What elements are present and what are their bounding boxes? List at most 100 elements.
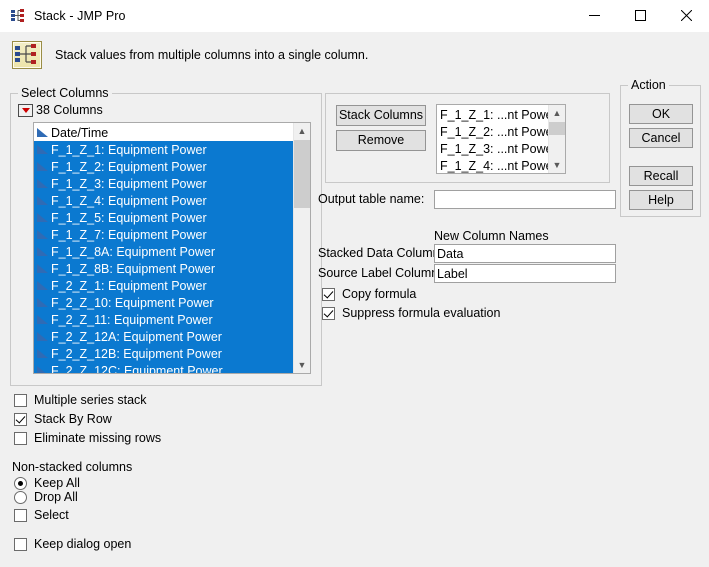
stack-by-row-label: Stack By Row bbox=[34, 412, 112, 426]
ok-button[interactable]: OK bbox=[629, 104, 693, 124]
remove-button[interactable]: Remove bbox=[336, 130, 426, 151]
action-group: Action OK Cancel Recall Help bbox=[620, 78, 701, 217]
columns-dropdown-icon[interactable] bbox=[18, 103, 33, 117]
list-item-label: F_1_Z_3: ...nt Power bbox=[440, 141, 548, 156]
list-item[interactable]: F_2_Z_1: Equipment Power bbox=[34, 277, 293, 294]
list-item[interactable]: F_1_Z_8A: Equipment Power bbox=[34, 243, 293, 260]
list-item[interactable]: F_1_Z_2: Equipment Power bbox=[34, 158, 293, 175]
list-item[interactable]: F_1_Z_1: ...nt Power bbox=[437, 106, 548, 123]
drop-all-label: Drop All bbox=[34, 490, 78, 504]
copy-formula-checkbox-row[interactable]: Copy formula bbox=[322, 287, 416, 301]
list-item[interactable]: F_2_Z_12C: Equipment Power bbox=[34, 362, 293, 373]
scrollbar-thumb[interactable] bbox=[549, 122, 565, 135]
list-item-label: F_2_Z_12B: Equipment Power bbox=[51, 346, 222, 361]
list-item[interactable]: F_1_Z_3: ...nt Power bbox=[437, 140, 548, 157]
list-item[interactable]: F_1_Z_4: Equipment Power bbox=[34, 192, 293, 209]
dialog-header: Stack values from multiple columns into … bbox=[0, 32, 709, 77]
stacked-columns-listbox[interactable]: F_1_Z_1: ...nt Power F_1_Z_2: ...nt Power… bbox=[436, 104, 566, 174]
list-item[interactable]: F_1_Z_4: ...nt Power bbox=[437, 157, 548, 173]
close-button[interactable] bbox=[663, 0, 709, 31]
select-checkbox[interactable] bbox=[14, 508, 27, 522]
list-item-label: F_1_Z_3: Equipment Power bbox=[51, 176, 207, 191]
column-type-icon bbox=[36, 178, 49, 189]
list-item-label: F_2_Z_12A: Equipment Power bbox=[51, 329, 222, 344]
list-item[interactable]: F_1_Z_5: Equipment Power bbox=[34, 209, 293, 226]
scroll-up-icon[interactable]: ▲ bbox=[549, 105, 565, 121]
suppress-formula-label: Suppress formula evaluation bbox=[342, 306, 501, 320]
cancel-button[interactable]: Cancel bbox=[629, 128, 693, 148]
keep-dialog-open-label: Keep dialog open bbox=[34, 537, 132, 551]
window-title: Stack - JMP Pro bbox=[34, 8, 126, 23]
list-item[interactable]: Date/Time bbox=[34, 124, 293, 141]
keep-dialog-open-row[interactable]: Keep dialog open bbox=[14, 537, 131, 551]
list-item[interactable]: F_2_Z_10: Equipment Power bbox=[34, 294, 293, 311]
select-label: Select bbox=[34, 508, 69, 522]
suppress-formula-checkbox[interactable] bbox=[322, 306, 335, 320]
scroll-down-icon[interactable]: ▼ bbox=[294, 357, 310, 373]
keep-all-radio-row[interactable]: Keep All bbox=[14, 476, 80, 490]
drop-all-radio-row[interactable]: Drop All bbox=[14, 490, 78, 504]
output-table-name-input[interactable] bbox=[434, 190, 616, 209]
list-item[interactable]: F_1_Z_8B: Equipment Power bbox=[34, 260, 293, 277]
scrollbar-thumb[interactable] bbox=[294, 140, 310, 208]
non-stacked-columns-heading: Non-stacked columns bbox=[12, 460, 133, 474]
list-item[interactable]: F_1_Z_3: Equipment Power bbox=[34, 175, 293, 192]
column-type-icon bbox=[36, 212, 49, 223]
list-item-label: F_1_Z_4: Equipment Power bbox=[51, 193, 207, 208]
select-columns-scrollbar[interactable]: ▲ ▼ bbox=[293, 123, 310, 373]
drop-all-radio[interactable] bbox=[14, 490, 27, 504]
eliminate-missing-rows-label: Eliminate missing rows bbox=[34, 431, 162, 445]
list-item[interactable]: F_2_Z_12A: Equipment Power bbox=[34, 328, 293, 345]
stack-columns-button[interactable]: Stack Columns bbox=[336, 105, 426, 126]
column-type-icon bbox=[36, 365, 49, 373]
list-item-label: F_2_Z_12C: Equipment Power bbox=[51, 363, 223, 374]
column-type-icon bbox=[36, 246, 49, 257]
multiple-series-stack-checkbox[interactable] bbox=[14, 393, 27, 407]
suppress-formula-checkbox-row[interactable]: Suppress formula evaluation bbox=[322, 306, 500, 320]
stack-by-row-row[interactable]: Stack By Row bbox=[14, 412, 112, 426]
list-item[interactable]: F_1_Z_2: ...nt Power bbox=[437, 123, 548, 140]
scroll-down-icon[interactable]: ▼ bbox=[549, 157, 565, 173]
list-item[interactable]: F_1_Z_1: Equipment Power bbox=[34, 141, 293, 158]
list-item-label: F_1_Z_2: ...nt Power bbox=[440, 124, 548, 139]
new-column-names-heading: New Column Names bbox=[434, 229, 549, 243]
keep-all-label: Keep All bbox=[34, 476, 80, 490]
multiple-series-stack-row[interactable]: Multiple series stack bbox=[14, 393, 147, 407]
list-item[interactable]: F_2_Z_12B: Equipment Power bbox=[34, 345, 293, 362]
dialog-description: Stack values from multiple columns into … bbox=[55, 47, 369, 62]
stacked-columns-list[interactable]: F_1_Z_1: ...nt Power F_1_Z_2: ...nt Power… bbox=[437, 105, 548, 173]
eliminate-missing-rows-row[interactable]: Eliminate missing rows bbox=[14, 431, 161, 445]
stacked-columns-scrollbar[interactable]: ▲ ▼ bbox=[548, 105, 565, 173]
source-label-column-input[interactable] bbox=[434, 264, 616, 283]
copy-formula-label: Copy formula bbox=[342, 287, 417, 301]
copy-formula-checkbox[interactable] bbox=[322, 287, 335, 301]
keep-dialog-open-checkbox[interactable] bbox=[14, 537, 27, 551]
column-type-icon bbox=[36, 263, 49, 274]
select-columns-list[interactable]: Date/Time F_1_Z_1: Equipment Power F_1_Z_2… bbox=[34, 123, 293, 373]
column-type-icon bbox=[36, 127, 49, 138]
columns-count-label: 38 Columns bbox=[36, 103, 103, 117]
list-item-label: Date/Time bbox=[51, 125, 109, 140]
list-item[interactable]: F_2_Z_11: Equipment Power bbox=[34, 311, 293, 328]
eliminate-missing-rows-checkbox[interactable] bbox=[14, 431, 27, 445]
column-type-icon bbox=[36, 161, 49, 172]
list-item-label: F_1_Z_2: Equipment Power bbox=[51, 159, 207, 174]
column-type-icon bbox=[36, 280, 49, 291]
maximize-button[interactable] bbox=[617, 0, 663, 31]
select-columns-listbox[interactable]: Date/Time F_1_Z_1: Equipment Power F_1_Z_2… bbox=[33, 122, 311, 374]
keep-all-radio[interactable] bbox=[14, 476, 27, 490]
select-checkbox-row[interactable]: Select bbox=[14, 508, 69, 522]
stack-by-row-checkbox[interactable] bbox=[14, 412, 27, 426]
scroll-up-icon[interactable]: ▲ bbox=[294, 123, 310, 139]
stacked-data-column-input[interactable] bbox=[434, 244, 616, 263]
list-item-label: F_2_Z_10: Equipment Power bbox=[51, 295, 214, 310]
column-type-icon bbox=[36, 331, 49, 342]
list-item-label: F_1_Z_8B: Equipment Power bbox=[51, 261, 215, 276]
source-label-column-label: Source Label Column bbox=[318, 266, 439, 280]
list-item[interactable]: F_1_Z_7: Equipment Power bbox=[34, 226, 293, 243]
columns-count-header[interactable]: 38 Columns bbox=[18, 102, 103, 118]
column-type-icon bbox=[36, 314, 49, 325]
help-button[interactable]: Help bbox=[629, 190, 693, 210]
minimize-button[interactable] bbox=[571, 0, 617, 31]
recall-button[interactable]: Recall bbox=[629, 166, 693, 186]
